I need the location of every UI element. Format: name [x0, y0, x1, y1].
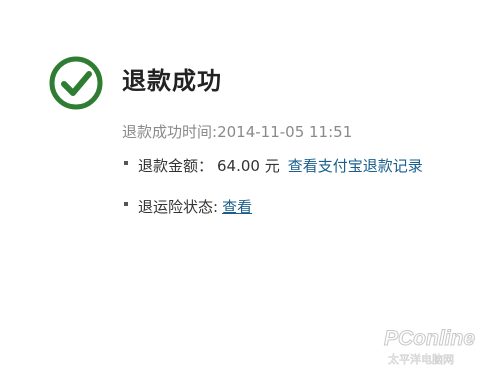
return-insurance-row: 退运险状态: 查看	[124, 197, 252, 217]
refund-time-value: 2014-11-05 11:51	[217, 123, 353, 141]
page-title: 退款成功	[122, 67, 222, 95]
check-circle-icon	[49, 56, 103, 110]
refund-amount-value: 64.00 元	[217, 157, 280, 175]
bullet-icon	[124, 201, 128, 206]
return-insurance-label: 退运险状态:	[138, 198, 219, 216]
refund-success-page: 退款成功 退款成功时间:2014-11-05 11:51 退款金额： 64.00 …	[0, 0, 500, 375]
alipay-refund-record-link[interactable]: 查看支付宝退款记录	[288, 157, 423, 175]
refund-time: 退款成功时间:2014-11-05 11:51	[122, 122, 352, 142]
view-insurance-link[interactable]: 查看	[222, 198, 252, 216]
refund-amount-label: 退款金额：	[138, 157, 214, 175]
refund-time-label: 退款成功时间:	[122, 123, 218, 141]
refund-amount-row: 退款金额： 64.00 元查看支付宝退款记录	[124, 156, 423, 176]
pconline-watermark-logo: PConline 太平洋电脑网	[384, 327, 476, 367]
bullet-icon	[124, 160, 128, 165]
svg-text:PConline: PConline	[384, 327, 475, 350]
svg-text:太平洋电脑网: 太平洋电脑网	[388, 352, 454, 366]
